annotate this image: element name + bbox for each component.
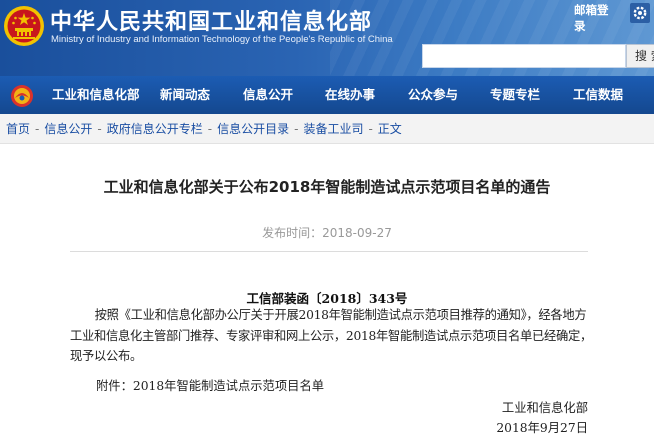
nav-item-special-topics[interactable]: 专题专栏 bbox=[490, 76, 540, 114]
search-button[interactable]: 搜 索 bbox=[626, 44, 654, 68]
nav-item-data[interactable]: 工信数据 bbox=[573, 76, 623, 114]
settings-button[interactable] bbox=[630, 3, 650, 23]
breadcrumb-info-disclosure[interactable]: 信息公开 bbox=[44, 122, 92, 136]
article-title: 工业和信息化部关于公布2018年智能制造试点示范项目名单的通告 bbox=[103, 178, 551, 196]
site-header: 中华人民共和国工业和信息化部 Ministry of Industry and … bbox=[0, 0, 654, 76]
nav-item-ministry[interactable]: 工业和信息化部 bbox=[52, 76, 140, 114]
ministry-logo-icon bbox=[11, 85, 33, 107]
sign-date: 2018年9月27日 bbox=[496, 421, 588, 435]
attachment-link[interactable]: 附件：2018年智能制造试点示范项目名单 bbox=[96, 376, 324, 394]
site-subtitle: Ministry of Industry and Information Tec… bbox=[51, 34, 393, 45]
search-input[interactable] bbox=[422, 44, 626, 68]
breadcrumb-bar: 首页 - 信息公开 - 政府信息公开专栏 - 信息公开目录 - 装备工业司 - 正文 bbox=[0, 114, 654, 144]
mail-login-link[interactable]: 邮箱登录 bbox=[574, 2, 614, 34]
breadcrumb-separator: - bbox=[207, 122, 213, 136]
breadcrumb: 首页 - 信息公开 - 政府信息公开专栏 - 信息公开目录 - 装备工业司 - 正文 bbox=[6, 114, 402, 144]
breadcrumb-separator: - bbox=[368, 122, 373, 136]
breadcrumb-equipment-dept[interactable]: 装备工业司 bbox=[303, 122, 363, 136]
breadcrumb-current: 正文 bbox=[377, 122, 402, 136]
main-nav: 工业和信息化部 新闻动态 信息公开 在线办事 公众参与 专题专栏 工信数据 bbox=[0, 76, 654, 114]
nav-item-public-participation[interactable]: 公众参与 bbox=[408, 76, 458, 114]
signer: 工业和信息化部 bbox=[501, 401, 588, 415]
breadcrumb-separator: - bbox=[294, 122, 299, 136]
nav-item-news[interactable]: 新闻动态 bbox=[160, 76, 210, 114]
breadcrumb-separator: - bbox=[97, 122, 102, 136]
breadcrumb-home[interactable]: 首页 bbox=[6, 122, 30, 136]
site-title[interactable]: 中华人民共和国工业和信息化部 bbox=[50, 4, 372, 36]
nav-item-online-services[interactable]: 在线办事 bbox=[325, 76, 375, 114]
article-body: 按照《工业和信息化部办公厅关于开展2018年智能制造试点示范项目推荐的通知》，经… bbox=[70, 308, 592, 363]
breadcrumb-gov-info-column[interactable]: 政府信息公开专栏 bbox=[107, 122, 203, 136]
national-emblem-icon[interactable] bbox=[2, 4, 46, 48]
breadcrumb-info-catalog[interactable]: 信息公开目录 bbox=[217, 122, 289, 136]
settings-icon bbox=[633, 6, 647, 20]
nav-item-info-disclosure[interactable]: 信息公开 bbox=[243, 76, 293, 114]
breadcrumb-separator: - bbox=[35, 122, 40, 136]
title-divider bbox=[70, 251, 588, 252]
publish-time: 发布时间：2018-09-27 bbox=[262, 226, 392, 240]
